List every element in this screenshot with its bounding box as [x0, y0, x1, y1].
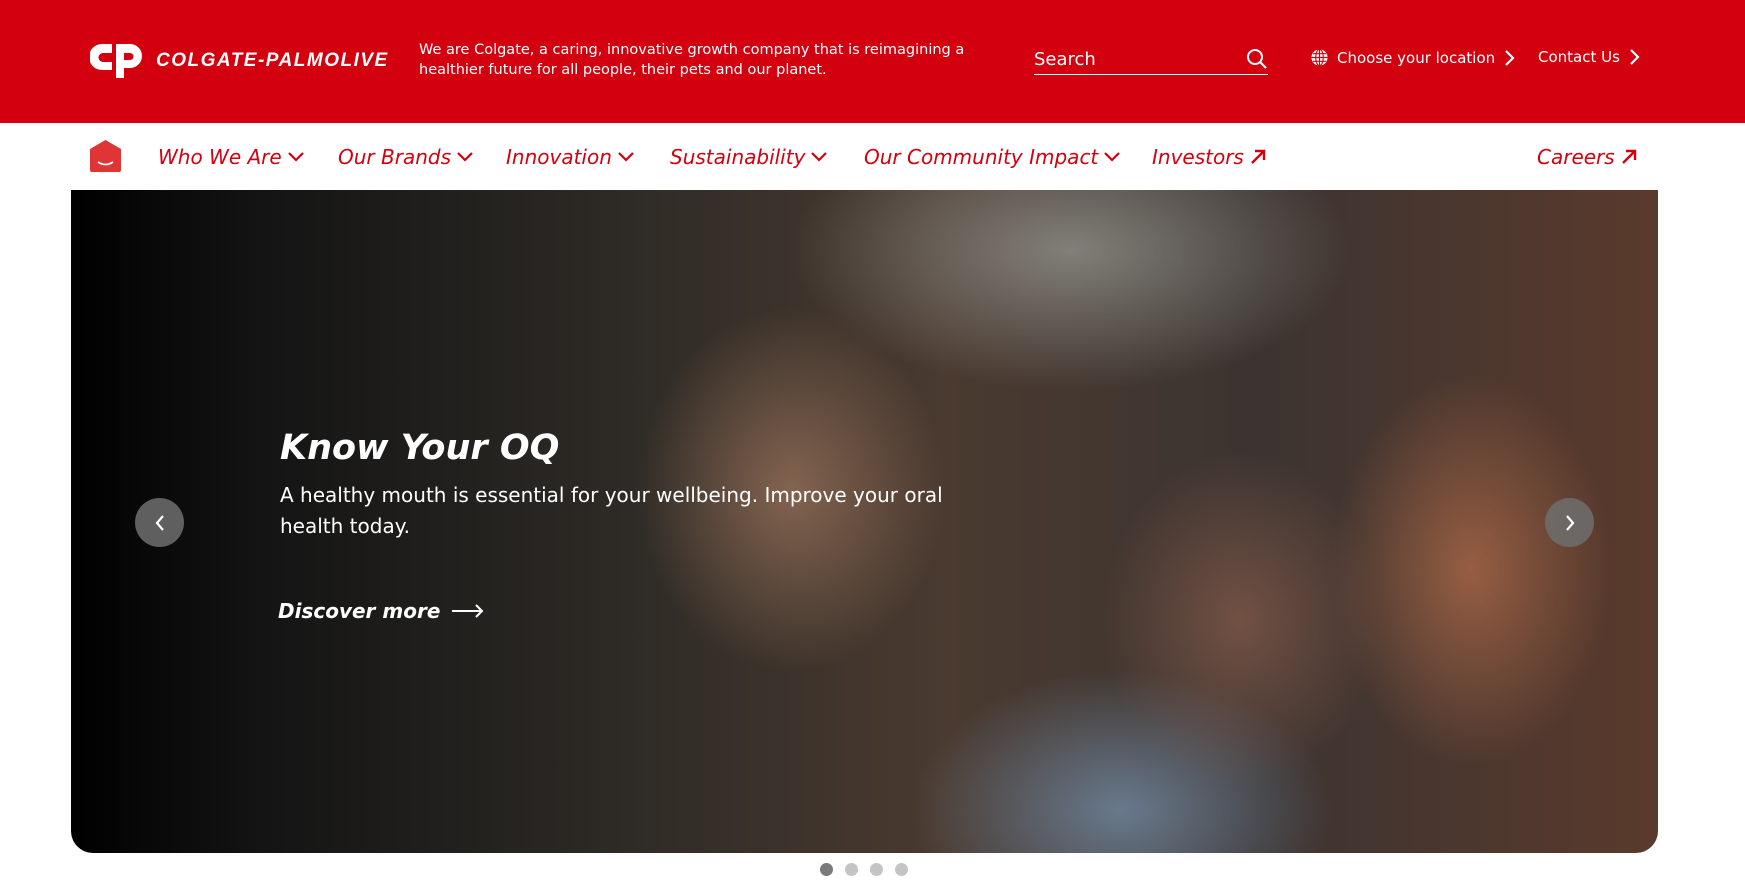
tagline: We are Colgate, a caring, innovative gro… [419, 42, 965, 78]
nav-investors[interactable]: Investors [1152, 145, 1266, 169]
chevron-down-icon [811, 152, 828, 162]
chevron-right-icon [1630, 49, 1640, 65]
nav-label: Our Brands [338, 145, 451, 169]
chevron-down-icon [1104, 152, 1121, 162]
discover-more-link[interactable]: Discover more [278, 599, 484, 623]
contact-label: Contact Us [1538, 48, 1620, 66]
arrow-up-right-icon [1621, 149, 1636, 164]
carousel-dot-3[interactable] [870, 863, 883, 876]
arrow-up-right-icon [1251, 149, 1266, 164]
carousel-dot-4[interactable] [895, 863, 908, 876]
chevron-down-icon [618, 152, 634, 162]
carousel-dots [820, 863, 908, 876]
chevron-right-icon [1565, 514, 1574, 531]
location-label: Choose your location [1337, 48, 1496, 67]
nav-label: Careers [1537, 145, 1615, 169]
nav-innovation[interactable]: Innovation [506, 145, 634, 169]
nav-careers[interactable]: Careers [1537, 145, 1637, 169]
chevron-right-icon [1505, 49, 1515, 66]
globe-icon [1311, 48, 1328, 67]
contact-us-link[interactable]: Contact Us [1538, 48, 1640, 66]
search-box[interactable] [1034, 44, 1268, 75]
cta-label: Discover more [278, 599, 441, 623]
chevron-down-icon [287, 152, 304, 162]
top-header: COLGATE-PALMOLIVE We are Colgate, a cari… [0, 0, 1745, 123]
nav-label: Innovation [506, 145, 612, 169]
hero-title: Know Your OQ [280, 428, 560, 468]
hero-subtitle: A healthy mouth is essential for your we… [280, 483, 943, 538]
nav-label: Our Community Impact [864, 145, 1099, 169]
arrow-right-icon [452, 604, 484, 618]
main-nav: Who We Are Our Brands Innovation Sustain… [0, 123, 1745, 190]
colgate-palmolive-logo[interactable]: COLGATE-PALMOLIVE [90, 42, 389, 80]
nav-label: Sustainability [670, 145, 806, 169]
chevron-left-icon [155, 514, 164, 531]
nav-community-impact[interactable]: Our Community Impact [864, 145, 1121, 169]
carousel-next-button[interactable] [1545, 498, 1594, 547]
hero-carousel: Know Your OQ A healthy mouth is essentia… [71, 190, 1658, 853]
logo-mark-icon [90, 44, 142, 78]
brand-name: COLGATE-PALMOLIVE [156, 50, 389, 71]
nav-sustainability[interactable]: Sustainability [670, 145, 828, 169]
carousel-dot-2[interactable] [845, 863, 858, 876]
nav-label: Who We Are [158, 145, 282, 169]
nav-who-we-are[interactable]: Who We Are [158, 145, 304, 169]
choose-location-link[interactable]: Choose your location [1310, 48, 1515, 67]
nav-our-brands[interactable]: Our Brands [338, 145, 473, 169]
nav-label: Investors [1152, 145, 1244, 169]
chevron-down-icon [457, 152, 473, 162]
search-input[interactable] [1034, 48, 1224, 70]
search-icon[interactable] [1246, 48, 1268, 70]
home-smile-icon[interactable] [90, 140, 121, 172]
carousel-prev-button[interactable] [135, 498, 184, 547]
carousel-dot-1[interactable] [820, 863, 833, 876]
hero-text: Know Your OQ A healthy mouth is essentia… [280, 428, 980, 542]
